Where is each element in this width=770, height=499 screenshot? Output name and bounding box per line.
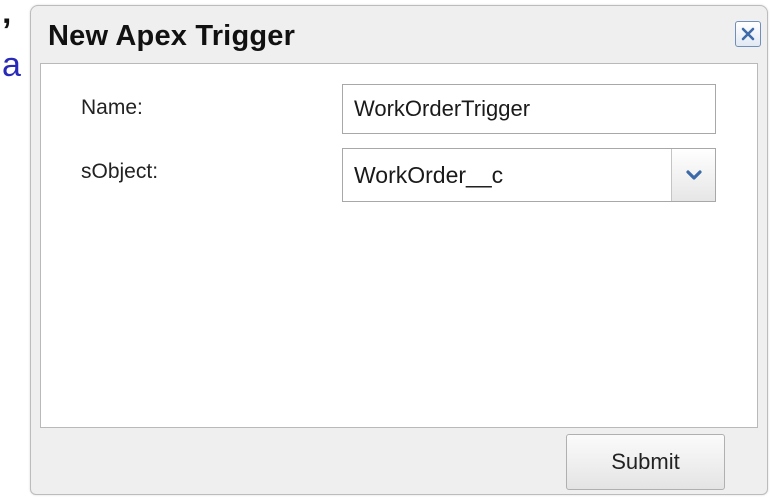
sobject-dropdown-button[interactable] [671,149,715,201]
background-page-fragment: ’ [2,12,12,50]
close-button[interactable] [735,21,761,47]
name-input[interactable] [342,84,716,134]
new-apex-trigger-dialog: New Apex Trigger Name: sObject: WorkOrde… [30,5,768,495]
close-icon [741,27,755,41]
submit-button[interactable]: Submit [566,434,725,490]
screen: ’ a New Apex Trigger Name: sObject: Work… [0,0,770,499]
sobject-selected-value: WorkOrder__c [354,162,504,188]
background-page-link-fragment[interactable]: a [2,48,21,82]
chevron-down-icon [685,170,702,180]
sobject-label: sObject: [81,160,159,183]
dialog-title: New Apex Trigger [48,20,296,52]
name-label: Name: [81,96,143,119]
sobject-select[interactable]: WorkOrder__c [342,148,716,202]
dialog-content-panel: Name: sObject: WorkOrder__c [40,63,758,428]
